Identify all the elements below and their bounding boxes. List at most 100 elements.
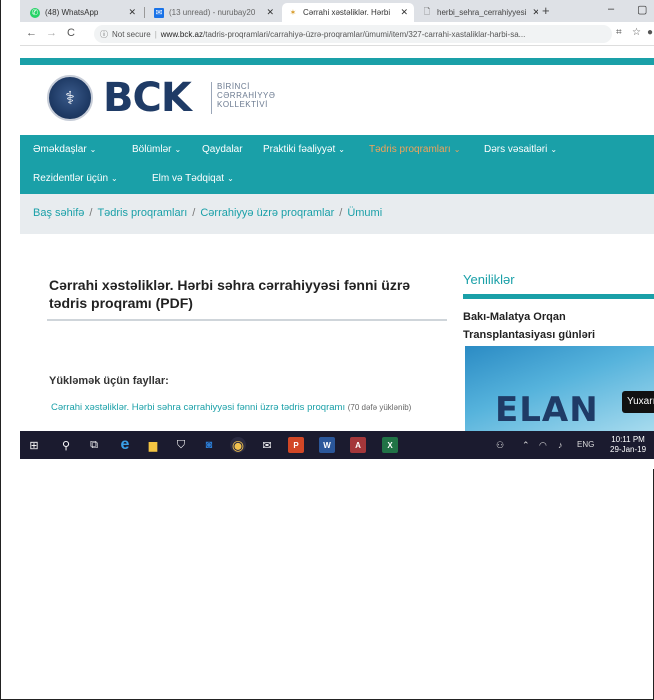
logo-subtitle-line: BİRİNCİ — [217, 82, 250, 91]
address-row: ← → C ⓘ Not secure | www.bck.az /tadris-… — [20, 22, 654, 46]
access-icon[interactable]: A — [350, 437, 366, 453]
reload-icon[interactable]: C — [67, 27, 75, 39]
sidebar-accent-bar — [463, 294, 654, 299]
tab-separator — [144, 7, 145, 18]
chevron-down-icon: ⌄ — [453, 145, 461, 154]
file-explorer-icon[interactable]: ▆ — [145, 437, 161, 453]
breadcrumb-item-surgery[interactable]: Cərrahiyyə üzrə proqramlar — [200, 207, 334, 219]
tab-pdf[interactable]: 🗋 herbi_sehra_cerrahiyyesi ✕ — [416, 3, 538, 22]
tab-mail[interactable]: ✉ (13 unread) - nurubay20 ✕ — [148, 3, 280, 22]
scroll-to-top-button[interactable]: Yuxarı — [622, 391, 654, 413]
nav-item-practice[interactable]: Praktiki fəaliyyət ⌄ — [263, 144, 345, 155]
chevron-down-icon: ⌄ — [111, 174, 118, 183]
nav-label: Rezidentlər üçün — [33, 173, 109, 184]
document-icon: 🗋 — [423, 6, 431, 16]
breadcrumb-item-programs[interactable]: Tədris proqramları — [97, 207, 187, 219]
search-icon[interactable]: ⚲ — [58, 437, 74, 453]
new-tab-button[interactable]: + — [542, 3, 550, 18]
logo-subtitle-line: KOLLEKTİVİ — [217, 100, 268, 109]
news-item-image[interactable]: ELAN — [465, 346, 654, 431]
forward-arrow-icon[interactable]: → — [46, 27, 57, 39]
volume-icon[interactable]: ♪ — [558, 440, 563, 450]
download-count: (70 dəfə yüklənib) — [347, 403, 412, 412]
task-view-icon[interactable]: ⧉ — [86, 437, 102, 453]
site-logo-text[interactable]: BCK — [103, 78, 192, 118]
logo-emblem-icon[interactable]: ⚕ — [47, 75, 93, 121]
profile-icon[interactable]: ● — [647, 27, 653, 38]
nav-label: Bölümlər — [132, 144, 172, 155]
nav-label: Tədris proqramları — [369, 144, 451, 155]
wifi-icon[interactable]: ◠ — [539, 440, 547, 451]
tab-whatsapp[interactable]: ✆ (48) WhatsApp ✕ — [24, 3, 142, 22]
browser-tab-strip: ✆ (48) WhatsApp ✕ ✉ (13 unread) - nuruba… — [20, 0, 654, 22]
chrome-icon[interactable]: ◉ — [230, 437, 246, 453]
tab-label: (13 unread) - nurubay20 — [169, 8, 256, 17]
nav-label: Əməkdaşlar — [33, 144, 87, 155]
clock-time: 10:11 PM — [611, 435, 645, 444]
nav-label: Qaydalar — [202, 144, 243, 155]
chevron-down-icon: ⌄ — [227, 174, 234, 183]
attachment-link[interactable]: Cərrahi xəstəliklər. Hərbi səhra cərrahi… — [51, 399, 431, 417]
top-accent-bar — [20, 58, 654, 65]
clock-date: 29-Jan-19 — [610, 445, 647, 454]
nav-label: Elm və Tədqiqat — [152, 173, 225, 184]
app-icon[interactable]: ◙ — [201, 437, 217, 453]
word-icon[interactable]: W — [319, 437, 335, 453]
tab-label: herbi_sehra_cerrahiyyesi — [437, 8, 527, 17]
chevron-down-icon: ⌄ — [174, 145, 182, 154]
main-navigation: Əməkdaşlar ⌄ Bölümlər ⌄ Qaydalar Praktiki … — [20, 135, 654, 194]
breadcrumb-item-home[interactable]: Baş səhifə — [33, 207, 84, 219]
security-label: Not secure — [112, 29, 151, 39]
tab-active-article[interactable]: ✶ Cərrahi xəstəliklər. Hərbi ✕ — [282, 3, 414, 22]
breadcrumb: Baş səhifə / Tədris proqramları / Cərrahiyyə… — [20, 194, 654, 234]
powerpoint-icon[interactable]: P — [288, 437, 304, 453]
excel-icon[interactable]: X — [382, 437, 398, 453]
news-image-text: ELAN — [495, 390, 599, 430]
info-icon[interactable]: ⓘ — [100, 29, 108, 40]
site-icon: ✶ — [289, 8, 297, 17]
language-indicator[interactable]: ENG — [577, 440, 594, 449]
translate-icon[interactable]: ⌗ — [616, 27, 622, 38]
logo-subtitle-line: CƏRRAHİYYƏ — [217, 91, 276, 100]
attachment-link-label[interactable]: Cərrahi xəstəliklər. Hərbi səhra cərrahi… — [51, 402, 345, 413]
nav-label: Dərs vəsaitləri — [484, 144, 548, 155]
whatsapp-icon: ✆ — [30, 7, 40, 18]
people-icon[interactable]: ⚇ — [496, 440, 504, 451]
url-divider: | — [154, 29, 157, 39]
news-item-title[interactable]: Bakı-Malatya Orqan Transplantasiyası gün… — [463, 308, 653, 344]
tab-label: (48) WhatsApp — [45, 8, 99, 17]
back-arrow-icon[interactable]: ← — [26, 27, 37, 39]
chevron-up-icon[interactable]: ⌃ — [522, 440, 530, 451]
nav-item-departments[interactable]: Bölümlər ⌄ — [132, 144, 181, 155]
maximize-button[interactable]: ▢ — [637, 3, 647, 16]
title-divider — [47, 319, 447, 321]
nav-item-research[interactable]: Elm və Tədqiqat ⌄ — [152, 173, 234, 184]
url-bar[interactable]: ⓘ Not secure | www.bck.az /tadris-proqra… — [94, 25, 612, 43]
breadcrumb-item-general[interactable]: Ümumi — [347, 207, 382, 219]
store-icon[interactable]: ⛉ — [173, 437, 189, 453]
close-tab-icon[interactable]: ✕ — [260, 7, 274, 18]
system-clock[interactable]: 10:11 PM 29-Jan-19 — [610, 435, 646, 455]
chevron-down-icon: ⌄ — [89, 145, 97, 154]
nav-item-programs[interactable]: Tədris proqramları ⌄ — [369, 144, 460, 155]
nav-item-residents[interactable]: Rezidentlər üçün ⌄ — [33, 173, 118, 184]
logo-divider — [211, 82, 212, 114]
minimize-button[interactable]: – — [608, 3, 614, 15]
close-tab-icon[interactable]: ✕ — [122, 7, 136, 18]
close-tab-icon[interactable]: ✕ — [394, 7, 408, 18]
nav-label: Praktiki fəaliyyət — [263, 144, 336, 155]
logo-subtitle: BİRİNCİ CƏRRAHİYYƏ KOLLEKTİVİ — [217, 82, 275, 109]
star-icon[interactable]: ☆ — [632, 27, 641, 38]
nav-item-rules[interactable]: Qaydalar — [202, 144, 243, 155]
mail-icon[interactable]: ✉ — [259, 437, 275, 453]
tab-label: Cərrahi xəstəliklər. Hərbi — [303, 8, 391, 17]
nav-item-staff[interactable]: Əməkdaşlar ⌄ — [33, 144, 96, 155]
chevron-down-icon: ⌄ — [550, 145, 558, 154]
close-tab-icon[interactable]: ✕ — [526, 7, 538, 18]
nav-item-textbooks[interactable]: Dərs vəsaitləri ⌄ — [484, 144, 557, 155]
page-title: Cərrahi xəstəliklər. Hərbi səhra cərrahi… — [49, 277, 411, 311]
windows-start-icon[interactable]: ⊞ — [26, 437, 42, 453]
edge-browser-icon[interactable]: e — [117, 436, 133, 453]
windows-taskbar: ⊞ ⚲ ⧉ e ▆ ⛉ ◙ ◉ ✉ P W A X ⚇ ⌃ ◠ ♪ ENG 10… — [20, 431, 654, 459]
attachments-heading: Yükləmək üçün fayllar: — [49, 375, 169, 387]
